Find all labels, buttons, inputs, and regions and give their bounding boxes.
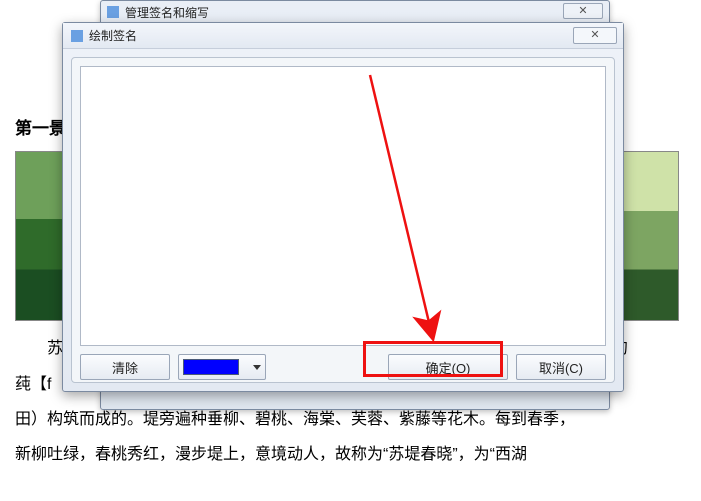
app-icon <box>107 6 119 18</box>
color-picker[interactable] <box>178 354 266 380</box>
doc-text: 苏 <box>47 340 63 357</box>
dialog-titlebar[interactable]: 绘制签名 ✕ <box>63 23 623 49</box>
chevron-down-icon <box>253 365 261 370</box>
dialog-titlebar[interactable]: 管理签名和缩写 <box>101 1 609 23</box>
clear-button[interactable]: 清除 <box>80 354 170 380</box>
close-icon: ✕ <box>578 5 587 17</box>
color-swatch <box>183 359 239 375</box>
doc-text: 莼【f <box>15 376 51 393</box>
doc-paragraph-4: 新柳吐绿，春桃秀红，漫步堤上，意境动人，故称为“苏堤春晓”，为“西湖 <box>15 437 686 472</box>
dialog-title: 管理签名和缩写 <box>125 4 209 21</box>
draw-signature-dialog: 绘制签名 ✕ 清除 确定(O) 取消(C) <box>62 22 624 392</box>
button-row: 清除 确定(O) 取消(C) <box>80 354 606 380</box>
button-label: 确定(O) <box>426 358 471 377</box>
ok-button[interactable]: 确定(O) <box>388 354 508 380</box>
app-icon <box>71 30 83 42</box>
signature-canvas[interactable] <box>80 66 606 346</box>
close-button[interactable]: ✕ <box>563 3 603 19</box>
dialog-body: 清除 确定(O) 取消(C) <box>71 57 615 383</box>
button-label: 取消(C) <box>539 358 583 377</box>
dialog-title: 绘制签名 <box>89 27 137 44</box>
close-icon: ✕ <box>590 29 599 41</box>
cancel-button[interactable]: 取消(C) <box>516 354 606 380</box>
button-label: 清除 <box>112 358 138 377</box>
close-button[interactable]: ✕ <box>573 27 617 44</box>
